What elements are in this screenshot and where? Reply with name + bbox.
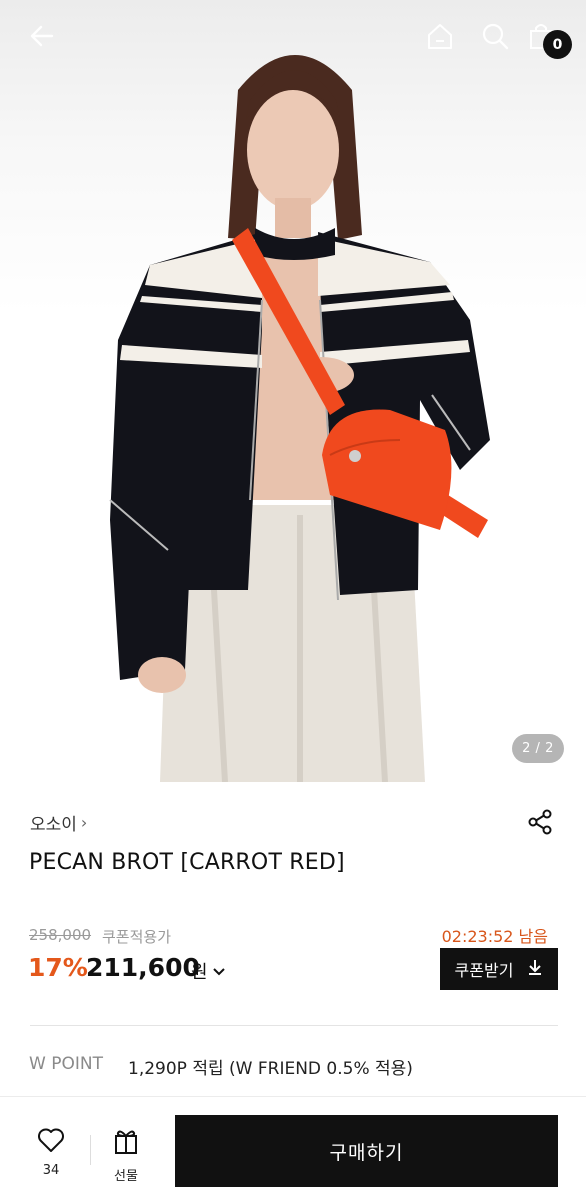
download-icon <box>527 958 543 980</box>
wpoint-label: W POINT <box>29 1054 103 1074</box>
back-arrow-icon[interactable] <box>26 20 58 52</box>
home-icon[interactable] <box>424 20 456 52</box>
coupon-timer: 02:23:52 남음 <box>441 927 548 946</box>
price-detail-toggle[interactable]: 원 <box>191 958 226 984</box>
gift-label: 선물 <box>114 1169 138 1184</box>
gift-icon <box>112 1127 140 1159</box>
product-image-gallery[interactable]: 0 2 / 2 <box>0 0 586 782</box>
gift-button[interactable]: 선물 <box>104 1127 148 1184</box>
get-coupon-button[interactable]: 쿠폰받기 <box>440 948 558 990</box>
chevron-down-icon <box>212 961 226 982</box>
like-button[interactable]: 34 <box>30 1127 72 1178</box>
bottom-divider <box>90 1135 91 1165</box>
currency-label: 원 <box>191 962 208 983</box>
buy-button[interactable]: 구매하기 <box>175 1115 558 1187</box>
get-coupon-label: 쿠폰받기 <box>454 961 514 980</box>
discount-rate: 17% <box>28 953 88 982</box>
product-photo <box>109 55 490 782</box>
brand-name: 오소이 <box>30 815 77 835</box>
original-price: 258,000 <box>29 926 92 944</box>
coupon-price-label: 쿠폰적용가 <box>102 928 172 946</box>
search-icon[interactable] <box>479 20 511 52</box>
heart-icon <box>37 1127 65 1157</box>
wpoint-value: 1,290P 적립 (W FRIEND 0.5% 적용) <box>128 1059 413 1079</box>
section-divider <box>30 1025 558 1026</box>
share-icon[interactable] <box>526 808 554 836</box>
image-counter: 2 / 2 <box>512 734 564 763</box>
chevron-right-icon: › <box>80 813 88 832</box>
cart-count-badge[interactable]: 0 <box>543 30 572 59</box>
bottom-action-bar: 34 선물 구매하기 <box>0 1096 586 1200</box>
brand-link[interactable]: 오소이 › <box>30 810 87 835</box>
top-navigation-bar: 0 <box>0 0 586 72</box>
like-count: 34 <box>42 1163 60 1178</box>
sale-price: 211,600 <box>86 953 200 982</box>
product-title: PECAN BROT [CARROT RED] <box>29 850 345 875</box>
